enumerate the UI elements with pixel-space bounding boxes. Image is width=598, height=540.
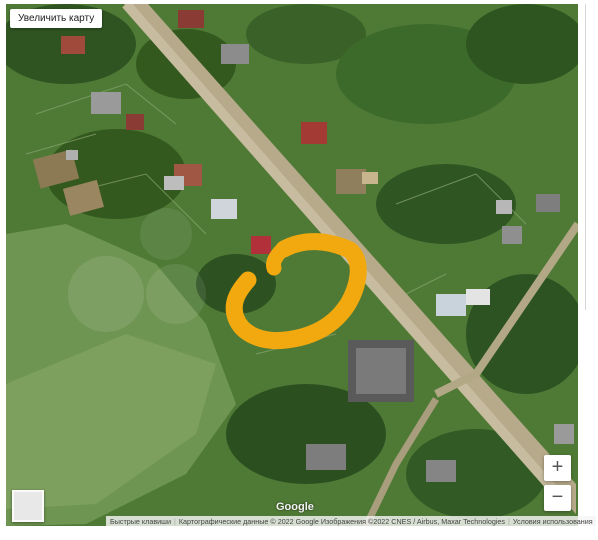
- map-attribution: Быстрые клавиши | Картографические данны…: [106, 516, 596, 526]
- satellite-layer-icon[interactable]: [12, 490, 44, 522]
- panel-divider: [585, 4, 586, 310]
- enlarge-map-button[interactable]: Увеличить карту: [10, 9, 103, 28]
- satellite-imagery: [6, 4, 578, 526]
- terms-link[interactable]: Условия использования: [513, 517, 593, 526]
- attribution-divider: |: [173, 516, 176, 526]
- satellite-map[interactable]: Google: [6, 4, 578, 526]
- map-data-credit: Картографические данные © 2022 Google Из…: [178, 516, 506, 526]
- page-margin: [0, 526, 598, 540]
- google-logo: Google: [276, 501, 314, 513]
- attribution-divider: |: [508, 516, 510, 526]
- zoom-out-button[interactable]: −: [544, 485, 571, 511]
- keyboard-shortcuts-link[interactable]: Быстрые клавиши: [110, 517, 171, 526]
- zoom-in-button[interactable]: +: [544, 455, 571, 481]
